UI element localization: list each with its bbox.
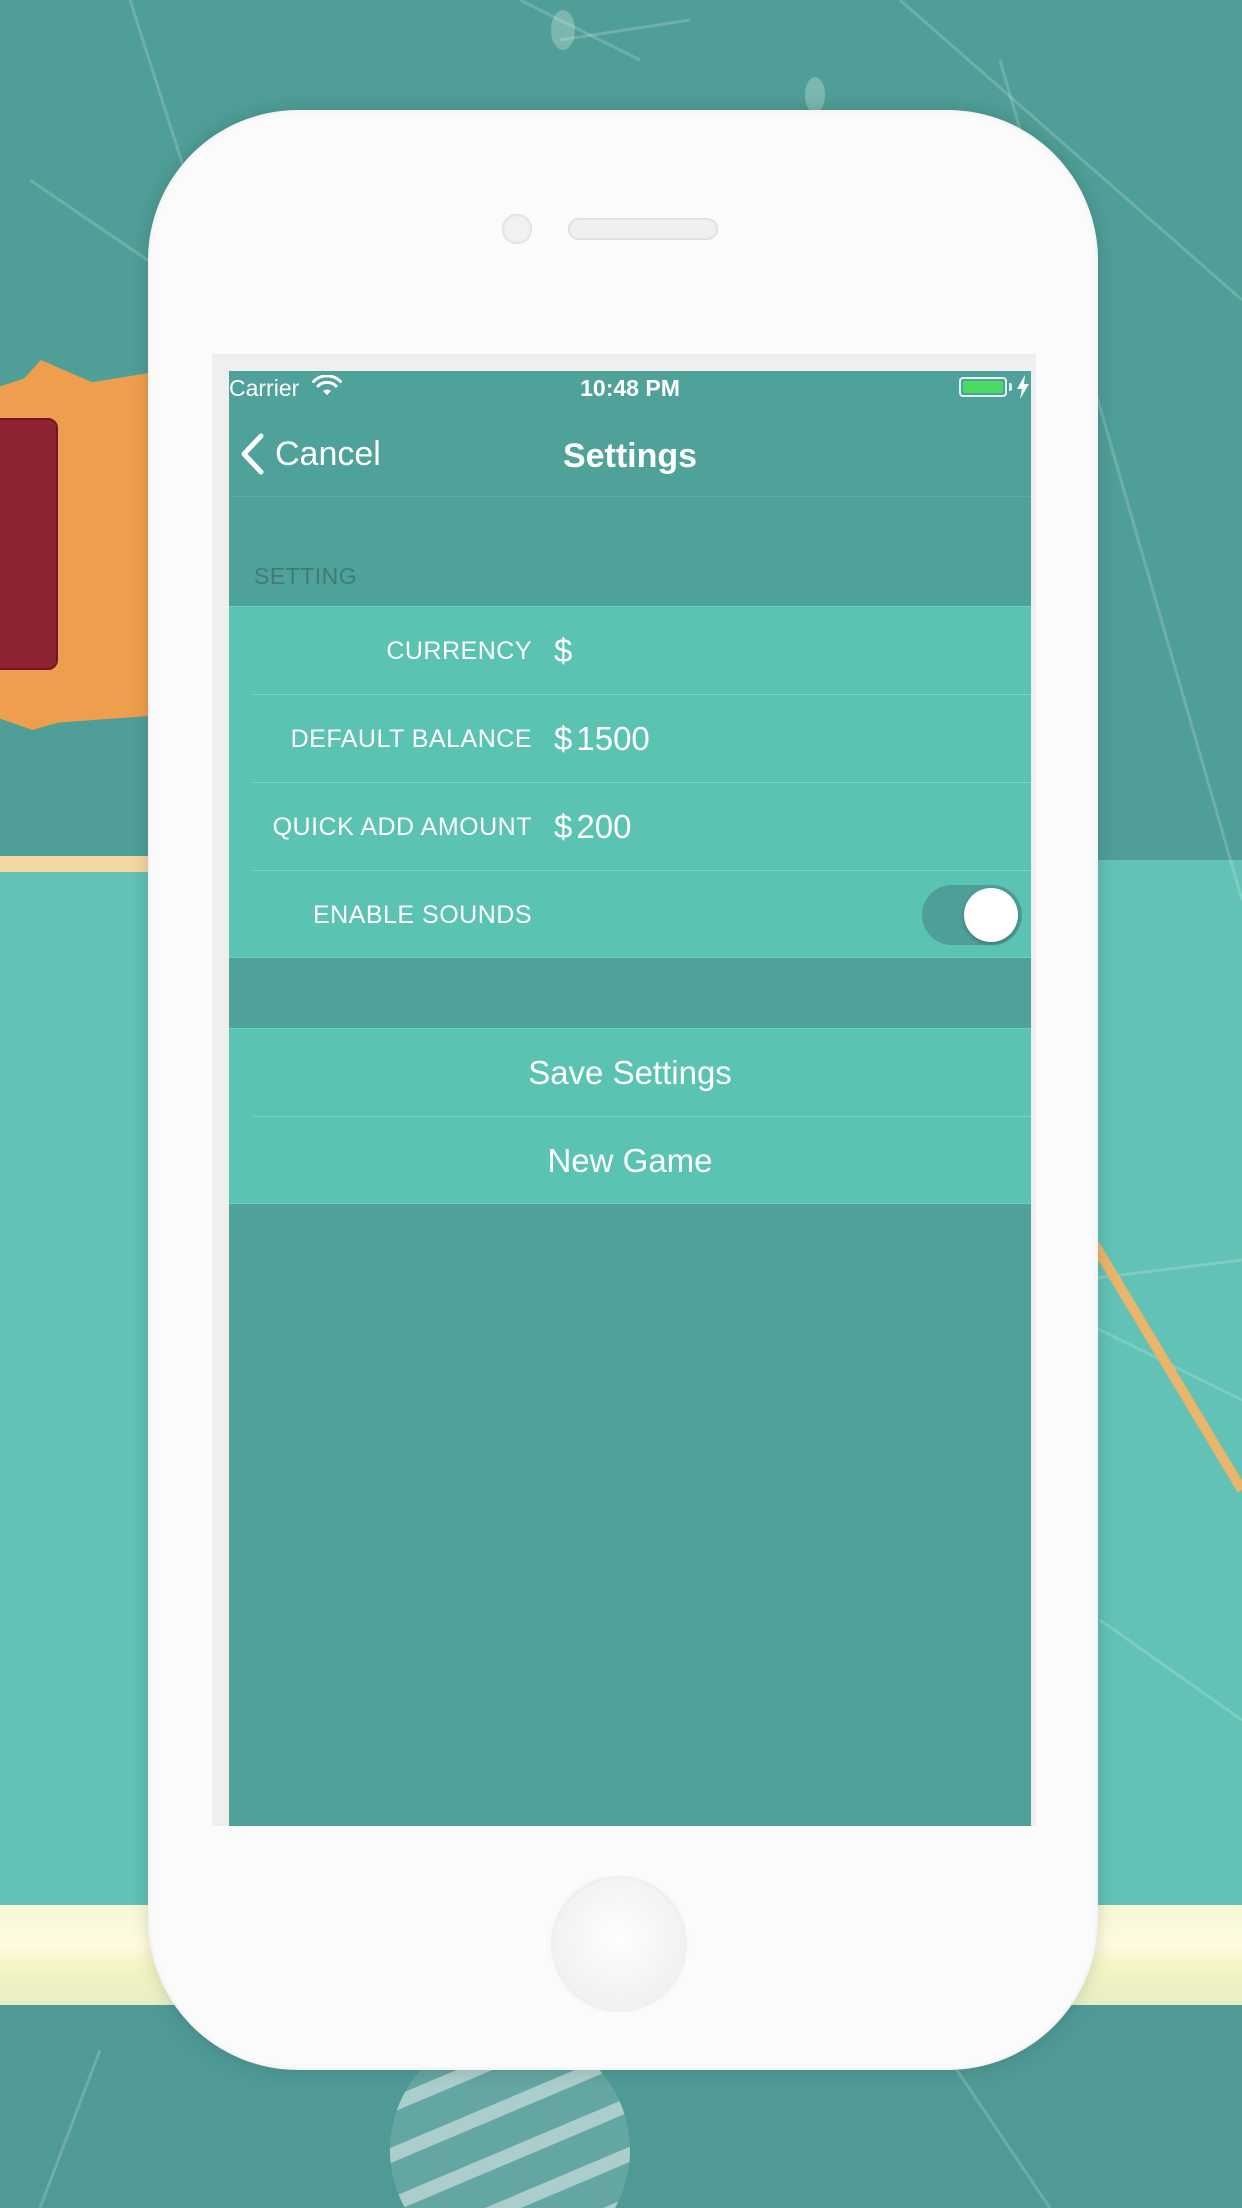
default-balance-label: DEFAULT BALANCE (290, 725, 532, 753)
quick-add-currency: $ (554, 808, 573, 845)
battery-icon (959, 377, 1007, 397)
page-title: Settings (562, 437, 698, 475)
speaker-grille (568, 218, 718, 240)
enable-sounds-row: ENABLE SOUNDS (229, 871, 1031, 959)
status-bar: Carrier 10:48 PM (229, 371, 1031, 407)
new-game-button[interactable]: New Game (229, 1117, 1031, 1205)
quick-add-row[interactable]: QUICK ADD AMOUNT $ 200 (229, 783, 1031, 871)
enable-sounds-toggle[interactable] (922, 885, 1022, 945)
navigation-bar: Cancel Settings (229, 411, 1031, 497)
default-balance-field[interactable]: $ 1500 (554, 695, 650, 783)
settings-group: CURRENCY $ DEFAULT BALANCE $ 1500 QUICK … (229, 606, 1031, 958)
currency-row[interactable]: CURRENCY $ (229, 607, 1031, 695)
charging-bolt-icon (1017, 375, 1029, 399)
quick-add-label: QUICK ADD AMOUNT (272, 813, 532, 841)
currency-label: CURRENCY (386, 637, 532, 665)
quick-add-value: 200 (576, 808, 632, 845)
currency-field[interactable]: $ (554, 607, 572, 695)
currency-value: $ (554, 632, 573, 669)
actions-group: Save Settings New Game (229, 1028, 1031, 1204)
home-button[interactable] (554, 1879, 684, 2009)
default-balance-value: 1500 (576, 720, 650, 757)
save-settings-button[interactable]: Save Settings (229, 1029, 1031, 1117)
default-balance-row[interactable]: DEFAULT BALANCE $ 1500 (229, 695, 1031, 783)
section-header: SETTING (254, 563, 358, 589)
toggle-knob (964, 888, 1018, 942)
enable-sounds-label: ENABLE SOUNDS (312, 901, 532, 929)
app-screen: Carrier 10:48 PM Cancel Settings SETTING… (229, 371, 1031, 1826)
quick-add-field[interactable]: $ 200 (554, 783, 631, 871)
status-time: 10:48 PM (580, 375, 680, 401)
default-balance-currency: $ (554, 720, 573, 757)
camera-icon (502, 214, 532, 244)
battery-tip (1009, 383, 1012, 391)
